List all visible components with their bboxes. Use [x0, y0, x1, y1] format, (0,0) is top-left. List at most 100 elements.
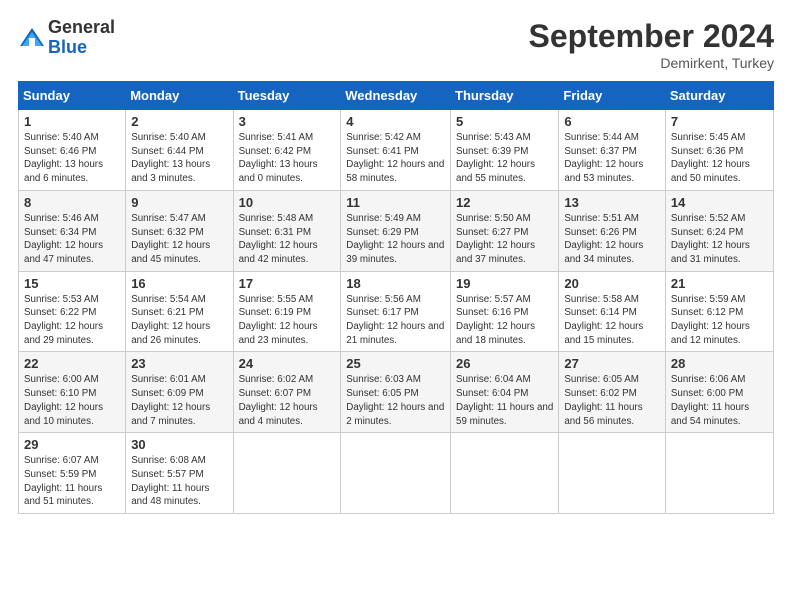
day-cell: 21 Sunrise: 5:59 AMSunset: 6:12 PMDaylig…	[665, 271, 773, 352]
day-cell: 5 Sunrise: 5:43 AMSunset: 6:39 PMDayligh…	[451, 110, 559, 191]
title-block: September 2024 Demirkent, Turkey	[529, 18, 774, 71]
empty-cell	[559, 433, 666, 514]
day-cell: 10 Sunrise: 5:48 AMSunset: 6:31 PMDaylig…	[233, 190, 341, 271]
calendar-week-row: 22 Sunrise: 6:00 AMSunset: 6:10 PMDaylig…	[19, 352, 774, 433]
day-info: Sunrise: 5:45 AMSunset: 6:36 PMDaylight:…	[671, 132, 750, 184]
header-wednesday: Wednesday	[341, 82, 451, 110]
day-number: 18	[346, 276, 445, 291]
day-number: 2	[131, 114, 227, 129]
day-number: 27	[564, 356, 660, 371]
day-number: 25	[346, 356, 445, 371]
day-number: 15	[24, 276, 120, 291]
header-sunday: Sunday	[19, 82, 126, 110]
day-cell: 8 Sunrise: 5:46 AMSunset: 6:34 PMDayligh…	[19, 190, 126, 271]
day-info: Sunrise: 5:51 AMSunset: 6:26 PMDaylight:…	[564, 213, 643, 265]
logo-blue-text: Blue	[48, 38, 115, 58]
day-info: Sunrise: 5:58 AMSunset: 6:14 PMDaylight:…	[564, 294, 643, 346]
day-info: Sunrise: 6:05 AMSunset: 6:02 PMDaylight:…	[564, 374, 642, 426]
day-info: Sunrise: 5:41 AMSunset: 6:42 PMDaylight:…	[239, 132, 318, 184]
month-title: September 2024	[529, 18, 774, 55]
day-info: Sunrise: 5:40 AMSunset: 6:46 PMDaylight:…	[24, 132, 103, 184]
day-number: 26	[456, 356, 553, 371]
day-info: Sunrise: 5:40 AMSunset: 6:44 PMDaylight:…	[131, 132, 210, 184]
day-cell: 27 Sunrise: 6:05 AMSunset: 6:02 PMDaylig…	[559, 352, 666, 433]
logo-icon	[18, 24, 46, 52]
calendar-week-row: 29 Sunrise: 6:07 AMSunset: 5:59 PMDaylig…	[19, 433, 774, 514]
day-info: Sunrise: 5:57 AMSunset: 6:16 PMDaylight:…	[456, 294, 535, 346]
day-info: Sunrise: 5:46 AMSunset: 6:34 PMDaylight:…	[24, 213, 103, 265]
day-number: 1	[24, 114, 120, 129]
calendar-week-row: 15 Sunrise: 5:53 AMSunset: 6:22 PMDaylig…	[19, 271, 774, 352]
logo-general-text: General	[48, 18, 115, 38]
day-number: 22	[24, 356, 120, 371]
day-number: 5	[456, 114, 553, 129]
day-cell: 16 Sunrise: 5:54 AMSunset: 6:21 PMDaylig…	[126, 271, 233, 352]
day-number: 7	[671, 114, 768, 129]
calendar-table: Sunday Monday Tuesday Wednesday Thursday…	[18, 81, 774, 514]
day-info: Sunrise: 5:49 AMSunset: 6:29 PMDaylight:…	[346, 213, 444, 265]
weekday-header-row: Sunday Monday Tuesday Wednesday Thursday…	[19, 82, 774, 110]
day-number: 24	[239, 356, 336, 371]
day-number: 11	[346, 195, 445, 210]
header: General Blue September 2024 Demirkent, T…	[18, 18, 774, 71]
day-cell: 4 Sunrise: 5:42 AMSunset: 6:41 PMDayligh…	[341, 110, 451, 191]
day-info: Sunrise: 5:50 AMSunset: 6:27 PMDaylight:…	[456, 213, 535, 265]
day-number: 9	[131, 195, 227, 210]
day-cell: 30 Sunrise: 6:08 AMSunset: 5:57 PMDaylig…	[126, 433, 233, 514]
day-info: Sunrise: 5:55 AMSunset: 6:19 PMDaylight:…	[239, 294, 318, 346]
day-number: 21	[671, 276, 768, 291]
day-number: 6	[564, 114, 660, 129]
header-monday: Monday	[126, 82, 233, 110]
day-number: 10	[239, 195, 336, 210]
day-number: 13	[564, 195, 660, 210]
empty-cell	[451, 433, 559, 514]
day-cell: 3 Sunrise: 5:41 AMSunset: 6:42 PMDayligh…	[233, 110, 341, 191]
day-info: Sunrise: 6:03 AMSunset: 6:05 PMDaylight:…	[346, 374, 444, 426]
day-cell: 23 Sunrise: 6:01 AMSunset: 6:09 PMDaylig…	[126, 352, 233, 433]
day-number: 19	[456, 276, 553, 291]
logo-text: General Blue	[48, 18, 115, 58]
day-cell: 28 Sunrise: 6:06 AMSunset: 6:00 PMDaylig…	[665, 352, 773, 433]
day-number: 14	[671, 195, 768, 210]
day-cell: 24 Sunrise: 6:02 AMSunset: 6:07 PMDaylig…	[233, 352, 341, 433]
day-cell: 19 Sunrise: 5:57 AMSunset: 6:16 PMDaylig…	[451, 271, 559, 352]
calendar-week-row: 1 Sunrise: 5:40 AMSunset: 6:46 PMDayligh…	[19, 110, 774, 191]
day-number: 17	[239, 276, 336, 291]
day-info: Sunrise: 6:01 AMSunset: 6:09 PMDaylight:…	[131, 374, 210, 426]
day-info: Sunrise: 6:07 AMSunset: 5:59 PMDaylight:…	[24, 455, 102, 507]
header-saturday: Saturday	[665, 82, 773, 110]
day-number: 30	[131, 437, 227, 452]
header-tuesday: Tuesday	[233, 82, 341, 110]
day-number: 3	[239, 114, 336, 129]
day-number: 12	[456, 195, 553, 210]
day-info: Sunrise: 5:52 AMSunset: 6:24 PMDaylight:…	[671, 213, 750, 265]
day-info: Sunrise: 5:48 AMSunset: 6:31 PMDaylight:…	[239, 213, 318, 265]
day-number: 28	[671, 356, 768, 371]
day-info: Sunrise: 6:08 AMSunset: 5:57 PMDaylight:…	[131, 455, 209, 507]
day-number: 16	[131, 276, 227, 291]
location: Demirkent, Turkey	[529, 55, 774, 71]
day-cell: 6 Sunrise: 5:44 AMSunset: 6:37 PMDayligh…	[559, 110, 666, 191]
day-cell: 13 Sunrise: 5:51 AMSunset: 6:26 PMDaylig…	[559, 190, 666, 271]
day-cell: 12 Sunrise: 5:50 AMSunset: 6:27 PMDaylig…	[451, 190, 559, 271]
day-cell: 18 Sunrise: 5:56 AMSunset: 6:17 PMDaylig…	[341, 271, 451, 352]
day-cell: 29 Sunrise: 6:07 AMSunset: 5:59 PMDaylig…	[19, 433, 126, 514]
day-info: Sunrise: 5:42 AMSunset: 6:41 PMDaylight:…	[346, 132, 444, 184]
day-cell: 20 Sunrise: 5:58 AMSunset: 6:14 PMDaylig…	[559, 271, 666, 352]
day-cell: 2 Sunrise: 5:40 AMSunset: 6:44 PMDayligh…	[126, 110, 233, 191]
day-cell: 7 Sunrise: 5:45 AMSunset: 6:36 PMDayligh…	[665, 110, 773, 191]
day-cell: 9 Sunrise: 5:47 AMSunset: 6:32 PMDayligh…	[126, 190, 233, 271]
day-cell: 11 Sunrise: 5:49 AMSunset: 6:29 PMDaylig…	[341, 190, 451, 271]
day-info: Sunrise: 6:04 AMSunset: 6:04 PMDaylight:…	[456, 374, 553, 426]
day-info: Sunrise: 6:00 AMSunset: 6:10 PMDaylight:…	[24, 374, 103, 426]
logo: General Blue	[18, 18, 115, 58]
empty-cell	[341, 433, 451, 514]
day-info: Sunrise: 5:56 AMSunset: 6:17 PMDaylight:…	[346, 294, 444, 346]
day-info: Sunrise: 6:06 AMSunset: 6:00 PMDaylight:…	[671, 374, 749, 426]
day-cell: 22 Sunrise: 6:00 AMSunset: 6:10 PMDaylig…	[19, 352, 126, 433]
day-info: Sunrise: 5:59 AMSunset: 6:12 PMDaylight:…	[671, 294, 750, 346]
empty-cell	[233, 433, 341, 514]
day-cell: 17 Sunrise: 5:55 AMSunset: 6:19 PMDaylig…	[233, 271, 341, 352]
header-friday: Friday	[559, 82, 666, 110]
day-number: 4	[346, 114, 445, 129]
